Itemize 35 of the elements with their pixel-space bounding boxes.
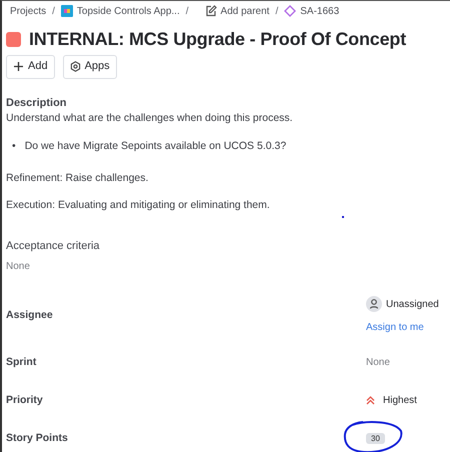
- breadcrumb-link[interactable]: SA-1663: [284, 4, 340, 18]
- avatar-icon: [366, 296, 382, 312]
- breadcrumb-separator: /: [52, 4, 55, 18]
- paragraph: Execution: Evaluating and mitigating or eliminating them.: [6, 198, 270, 214]
- empty-value: None: [6, 260, 31, 274]
- assignee-value: Unassigned: [386, 298, 439, 312]
- breadcrumb-link[interactable]: Add parent: [204, 4, 270, 18]
- diamond-icon: [284, 5, 296, 17]
- breadcrumb-link[interactable]: Topside Controls App...: [60, 4, 180, 18]
- field-label: Assignee: [6, 308, 54, 323]
- gear-icon: [70, 61, 81, 72]
- section-heading: Description: [6, 96, 68, 111]
- edit-icon: [204, 5, 217, 17]
- field-label: Sprint: [6, 354, 38, 370]
- bullet-marker: •: [12, 138, 16, 154]
- breadcrumb-separator: /: [186, 4, 189, 18]
- field-value: None: [366, 356, 390, 370]
- add-button[interactable]: Add: [6, 54, 55, 79]
- list-item: Do we have Migrate Sepoints available on UCOS 5.0.3?: [24, 138, 286, 154]
- assign-link[interactable]: Assign to me: [366, 320, 439, 336]
- priority-value: Highest: [383, 394, 417, 408]
- plus-icon: [13, 61, 24, 72]
- breadcrumb-separator: /: [275, 4, 278, 18]
- issue-title: INTERNAL: MCS Upgrade - Proof Of Concept: [29, 29, 406, 51]
- field-label: Priority: [6, 392, 44, 408]
- project-icon: [60, 5, 73, 17]
- paragraph: Refinement: Raise challenges.: [6, 170, 148, 186]
- issue-type-icon: [6, 32, 21, 48]
- field-label: Story Points: [6, 430, 69, 446]
- chevrons-up-icon: [366, 396, 375, 406]
- breadcrumb-link[interactable]: Projects: [10, 4, 46, 18]
- section-heading: Acceptance criteria: [6, 239, 101, 254]
- points-badge: 30: [366, 433, 385, 444]
- paragraph: Understand what are the challenges when doing this process.: [6, 111, 293, 126]
- apps-button[interactable]: Apps: [62, 54, 117, 79]
